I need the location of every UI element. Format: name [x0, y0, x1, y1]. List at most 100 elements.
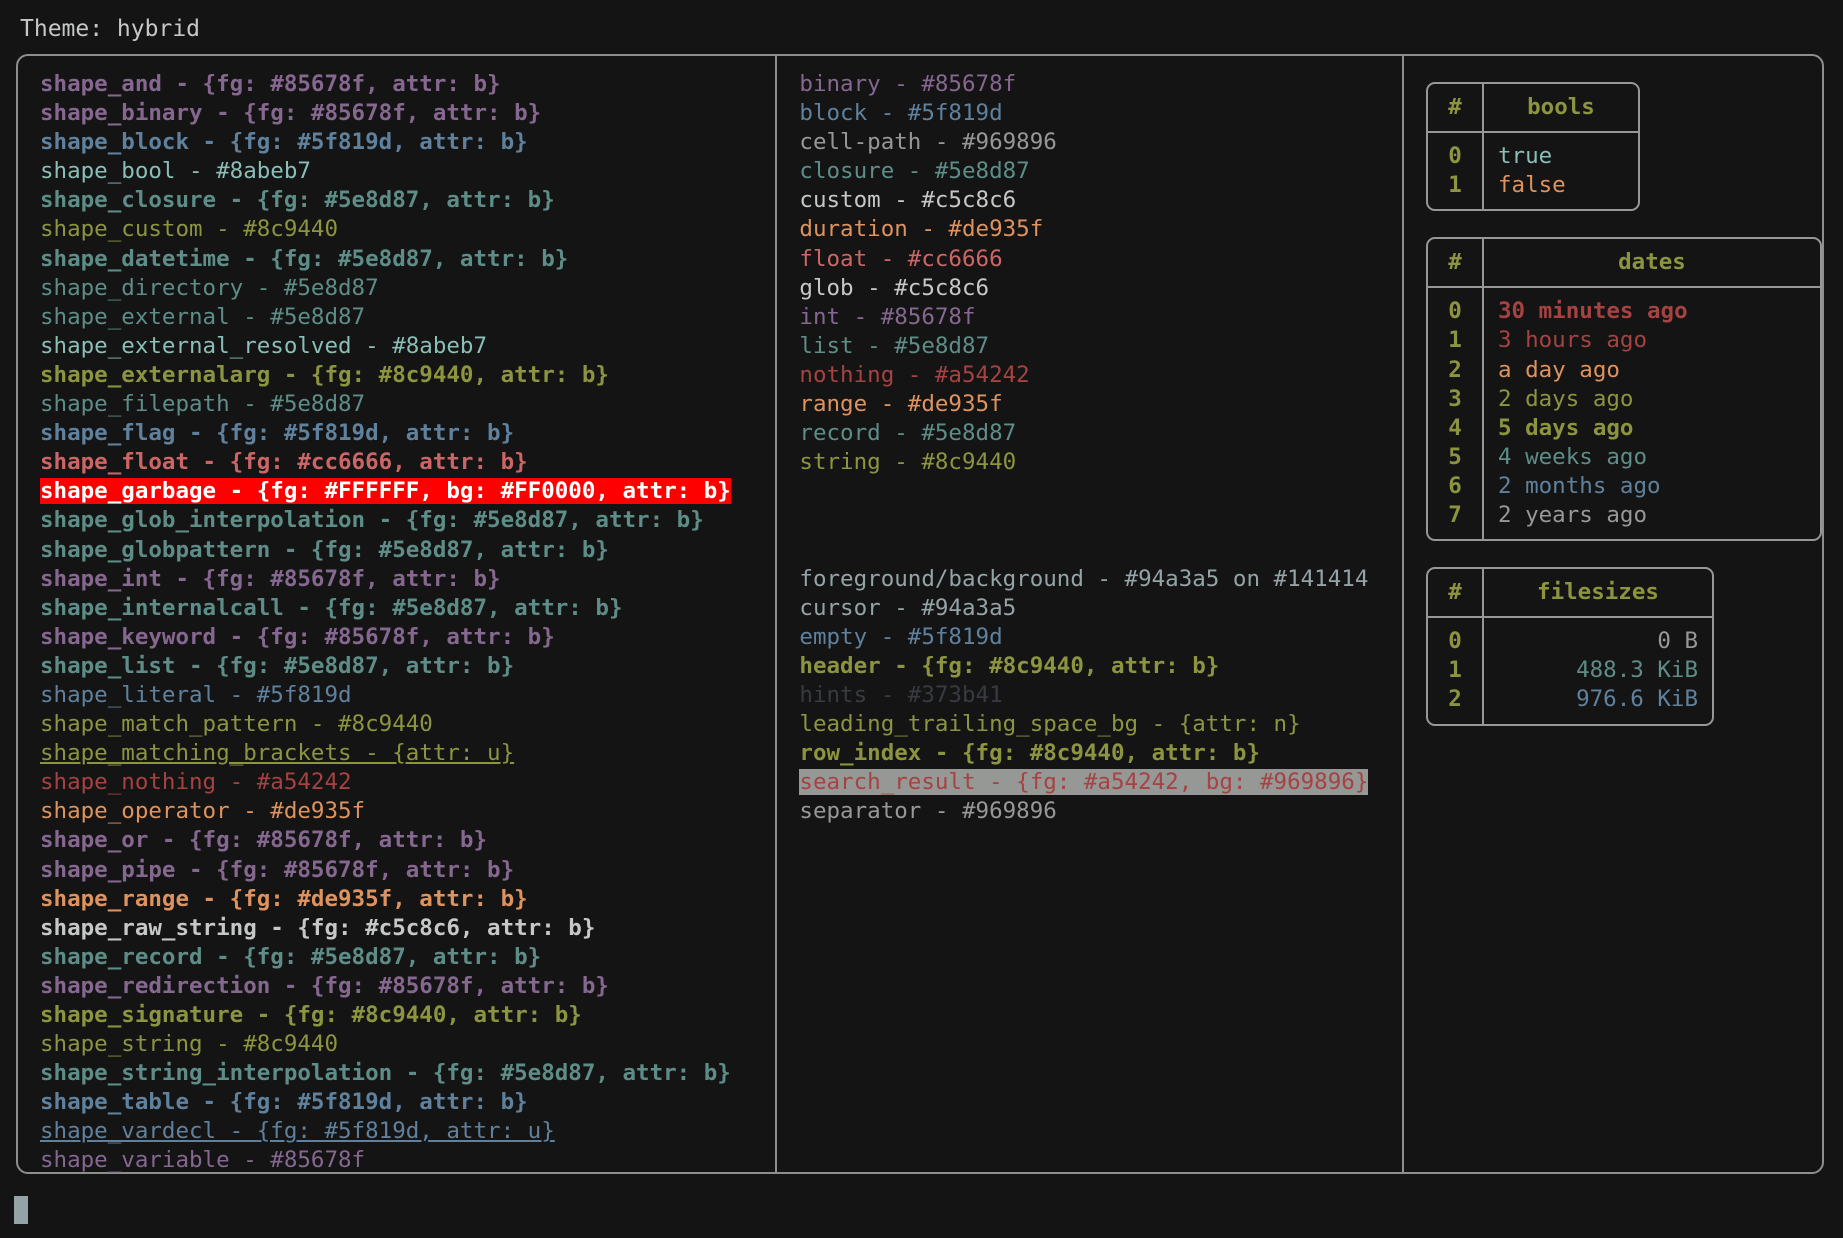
- shape-line: shape_int - {fg: #85678f, attr: b}: [40, 565, 501, 592]
- type-line: custom - #c5c8c6: [799, 187, 1017, 214]
- ui-element-line: row_index - {fg: #8c9440, attr: b}: [799, 740, 1260, 767]
- table-row: 0 true: [1428, 133, 1638, 172]
- column-header-index: #: [1428, 239, 1484, 287]
- table-row: 1 false: [1428, 171, 1638, 210]
- row-index-cell: 1: [1428, 326, 1484, 356]
- row-value-cell: 5 days ago: [1498, 414, 1634, 441]
- shape-line: shape_and - {fg: #85678f, attr: b}: [40, 71, 501, 97]
- table-header-row: # bools: [1428, 84, 1638, 132]
- shape-line: shape_nothing - #a54242: [40, 769, 352, 796]
- type-line: string - #8c9440: [799, 449, 1017, 476]
- shape-line: shape_bool - #8abeb7: [40, 158, 311, 185]
- table-row: 0 0 B: [1428, 618, 1712, 657]
- type-line: duration - #de935f: [799, 216, 1044, 243]
- table-body: 0 0 B 1 488.3 KiB 2 976.6 KiB: [1428, 618, 1712, 724]
- column-header-index: #: [1428, 569, 1484, 617]
- terminal-screen: Theme: hybrid shape_and - {fg: #85678f, …: [0, 0, 1843, 1238]
- type-line: range - #de935f: [799, 391, 1003, 418]
- table-row: 3 2 days ago: [1428, 384, 1820, 414]
- row-index-cell: 0: [1428, 133, 1484, 172]
- shape-line: shape_string - #8c9440: [40, 1031, 339, 1058]
- table-header: # dates: [1428, 239, 1820, 289]
- type-line: list - #5e8d87: [799, 332, 990, 359]
- shape-line: shape_operator - #de935f: [40, 798, 366, 825]
- type-line: int - #85678f: [799, 303, 976, 330]
- shape-line-highlight: shape_garbage - {fg: #FFFFFF, bg: #FF000…: [40, 478, 731, 505]
- shape-line: shape_binary - {fg: #85678f, attr: b}: [40, 100, 542, 127]
- row-index-cell: 3: [1428, 384, 1484, 414]
- table-row: 6 2 months ago: [1428, 471, 1820, 502]
- table-header: # bools: [1428, 84, 1638, 134]
- shape-line: shape_table - {fg: #5f819d, attr: b}: [40, 1089, 528, 1116]
- row-index-cell: 1: [1428, 171, 1484, 210]
- row-value-cell: 2 days ago: [1498, 385, 1634, 412]
- row-index-cell: 0: [1428, 618, 1484, 657]
- shape-line: shape_vardecl - {fg: #5f819d, attr: u}: [40, 1118, 555, 1145]
- shape-line: shape_external - #5e8d87: [40, 303, 366, 330]
- ui-elements-list: foreground/background - #94a3a5 on #1414…: [799, 565, 1402, 827]
- row-index-cell: 2: [1428, 685, 1484, 724]
- row-value-cell: 488.3 KiB: [1576, 657, 1698, 684]
- shape-line: shape_glob_interpolation - {fg: #5e8d87,…: [40, 507, 704, 534]
- preview-tables: # bools 0 true 1 false # dates 0 30 minutes ago 1 3…: [1426, 70, 1822, 726]
- shape-line: shape_block - {fg: #5f819d, attr: b}: [40, 129, 528, 156]
- column-gap: [799, 477, 1402, 564]
- shape-line: shape_record - {fg: #5e8d87, attr: b}: [40, 943, 542, 970]
- shape-line: shape_pipe - {fg: #85678f, attr: b}: [40, 856, 515, 883]
- row-value-cell: 2 years ago: [1498, 502, 1648, 529]
- table-row: 0 30 minutes ago: [1428, 288, 1820, 327]
- shape-line: shape_list - {fg: #5e8d87, attr: b}: [40, 652, 515, 679]
- row-value-cell: 4 weeks ago: [1498, 443, 1648, 470]
- shape-line: shape_flag - {fg: #5f819d, attr: b}: [40, 420, 515, 447]
- ui-element-line: foreground/background - #94a3a5 on #1414…: [799, 565, 1369, 592]
- column-header-value: filesizes: [1537, 579, 1659, 606]
- row-index-cell: 0: [1428, 288, 1484, 327]
- row-value-cell: false: [1498, 172, 1566, 199]
- shapes-column: shape_and - {fg: #85678f, attr: b} shape_…: [18, 56, 775, 1174]
- table-header: # filesizes: [1428, 569, 1712, 619]
- type-line: block - #5f819d: [799, 100, 1003, 127]
- table-row: 2 976.6 KiB: [1428, 685, 1712, 724]
- ui-element-line: empty - #5f819d: [799, 623, 1003, 650]
- shape-line: shape_garbage - {fg: #FFFFFF, bg: #FF000…: [40, 477, 775, 506]
- shape-line: shape_keyword - {fg: #85678f, attr: b}: [40, 623, 555, 650]
- shape-line: shape_variable - #85678f: [40, 1147, 366, 1174]
- tables-column: # bools 0 true 1 false # dates 0 30 minutes ago 1 3…: [1402, 56, 1822, 1172]
- shape-line: shape_matching_brackets - {attr: u}: [40, 740, 515, 767]
- table-dates: # dates 0 30 minutes ago 1 3 hours ago 2 a day …: [1426, 237, 1822, 542]
- shape-line: shape_filepath - #5e8d87: [40, 391, 366, 418]
- types-and-ui-column: binary - #85678f block - #5f819d cell-path…: [775, 56, 1402, 1172]
- row-value-cell: 30 minutes ago: [1498, 298, 1688, 325]
- row-value-cell: 2 months ago: [1498, 472, 1661, 499]
- types-list: binary - #85678f block - #5f819d cell-path…: [799, 70, 1402, 477]
- shape-line: shape_literal - #5f819d: [40, 681, 352, 708]
- column-header-value: dates: [1618, 249, 1686, 276]
- table-row: 1 3 hours ago: [1428, 326, 1820, 356]
- ui-element-line: cursor - #94a3a5: [799, 594, 1017, 621]
- row-index-cell: 1: [1428, 656, 1484, 686]
- table-body: 0 true 1 false: [1428, 133, 1638, 210]
- row-index-cell: 6: [1428, 471, 1484, 502]
- shape-line: shape_raw_string - {fg: #c5c8c6, attr: b…: [40, 914, 596, 941]
- shape-line: shape_globpattern - {fg: #5e8d87, attr: …: [40, 536, 609, 563]
- table-header-row: # dates: [1428, 239, 1820, 287]
- ui-element-line-highlight: search_result - {fg: #a54242, bg: #96989…: [799, 769, 1369, 796]
- table-body: 0 30 minutes ago 1 3 hours ago 2 a day ago 3 2 …: [1428, 288, 1820, 540]
- shape-line: shape_external_resolved - #8abeb7: [40, 332, 488, 359]
- row-value-cell: 0 B: [1657, 628, 1698, 655]
- ui-element-line: leading_trailing_space_bg - {attr: n}: [799, 711, 1301, 738]
- row-index-cell: 5: [1428, 442, 1484, 472]
- theme-title: Theme: hybrid: [20, 16, 201, 42]
- shape-line: shape_or - {fg: #85678f, attr: b}: [40, 827, 488, 854]
- ui-element-line: hints - #373b41: [799, 681, 1003, 708]
- table-header-row: # filesizes: [1428, 569, 1712, 617]
- table-filesizes: # filesizes 0 0 B 1 488.3 KiB 2 976.6 KiB: [1426, 567, 1714, 726]
- table-row: 4 5 days ago: [1428, 413, 1820, 443]
- row-index-cell: 4: [1428, 413, 1484, 443]
- shape-line: shape_string_interpolation - {fg: #5e8d8…: [40, 1060, 731, 1087]
- row-value-cell: 976.6 KiB: [1576, 686, 1698, 713]
- type-line: glob - #c5c8c6: [799, 274, 990, 301]
- table-row: 2 a day ago: [1428, 355, 1820, 385]
- terminal-cursor: [14, 1196, 28, 1224]
- column-header-value: bools: [1527, 94, 1595, 120]
